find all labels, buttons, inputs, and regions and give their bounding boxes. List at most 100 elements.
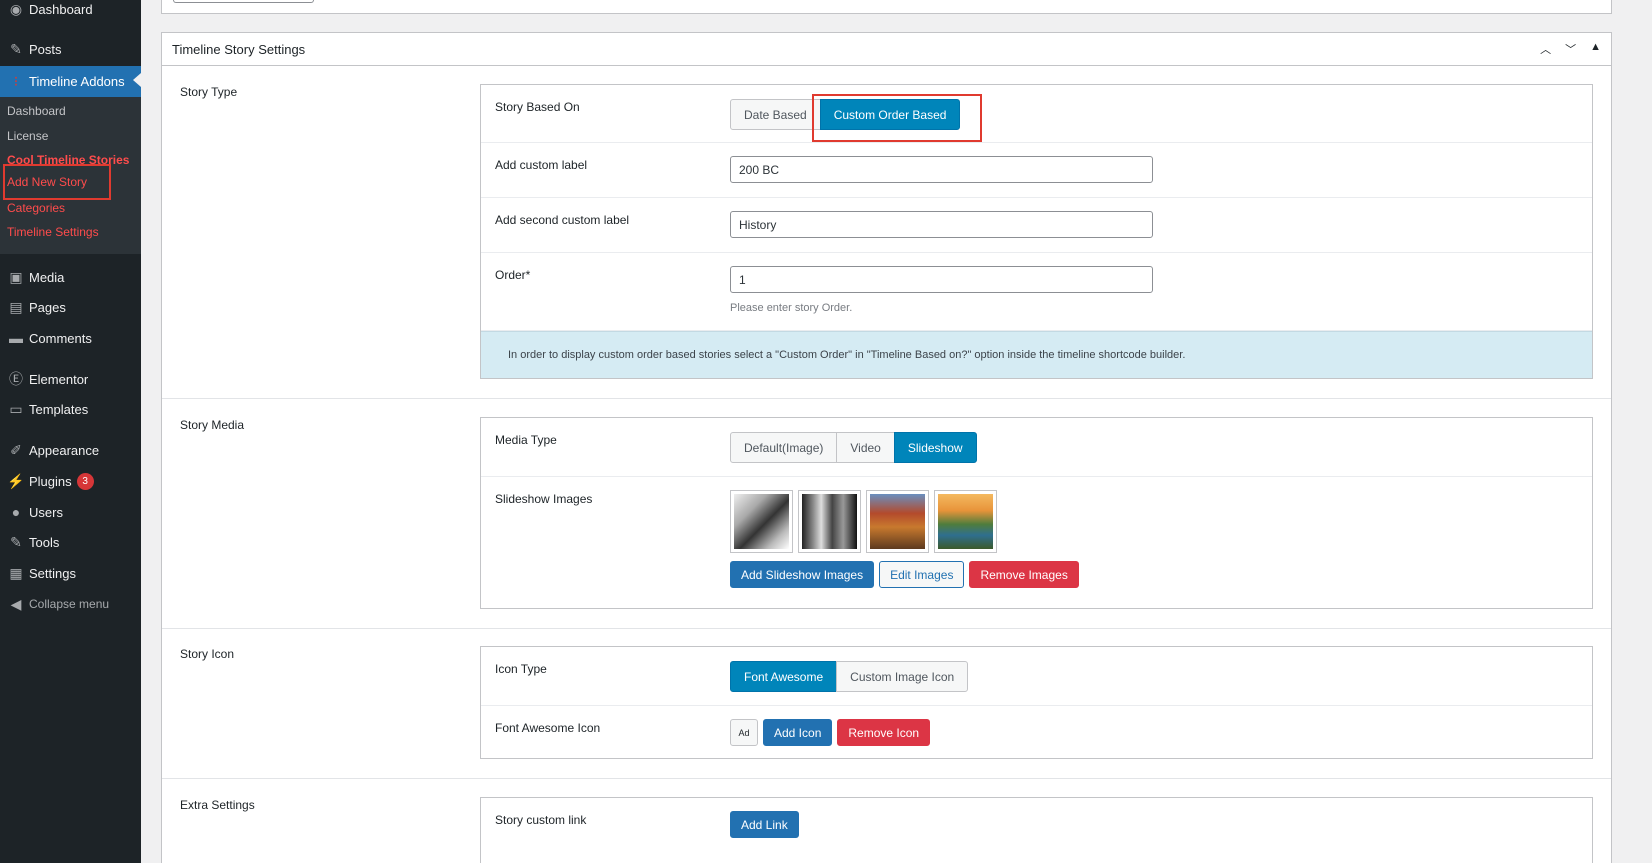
menu-label: Dashboard [29, 1, 93, 17]
previous-metabox-input[interactable] [173, 0, 314, 3]
video-option[interactable]: Video [836, 432, 895, 463]
story-custom-link-row: Story custom link Add Link [481, 798, 1592, 853]
menu-dashboard[interactable]: ◉ Dashboard [0, 0, 141, 23]
remove-images-button[interactable]: Remove Images [969, 561, 1079, 588]
media-type-row: Media Type Default(Image) Video Slidesho… [481, 418, 1592, 477]
menu-label: Media [29, 269, 65, 285]
second-label-label: Add second custom label [495, 213, 630, 227]
slideshow-images-label: Slideshow Images [495, 492, 593, 506]
menu-plugins[interactable]: ⚡ Plugins 3 [0, 467, 141, 495]
slideshow-thumbnail[interactable] [798, 490, 861, 553]
menu-label: Templates [29, 401, 89, 417]
menu-users[interactable]: ● Users [0, 498, 141, 526]
custom-label-row: Add custom label 200 BC [481, 143, 1592, 198]
story-type-label: Story Type [180, 85, 238, 99]
extra-settings-label: Extra Settings [180, 798, 255, 812]
order-label: Order* [495, 268, 531, 282]
wrench-icon: ✎ [10, 533, 22, 550]
add-slideshow-images-button[interactable]: Add Slideshow Images [730, 561, 875, 588]
menu-label: Tools [29, 534, 60, 550]
icon-type-toggle: Font Awesome Custom Image Icon [730, 661, 969, 692]
menu-tools[interactable]: ✎ Tools [0, 528, 141, 556]
menu-elementor[interactable]: Ⓔ Elementor [0, 365, 141, 393]
menu-media[interactable]: ▣ Media [0, 263, 141, 291]
second-label-input[interactable]: History [730, 211, 1153, 238]
story-based-on-row: Story Based On Date Based Custom Order B… [481, 85, 1592, 143]
submenu-license[interactable]: License [7, 126, 48, 146]
submenu-timeline-settings[interactable]: Timeline Settings [7, 222, 99, 242]
menu-label: Users [29, 504, 63, 520]
menu-posts[interactable]: ✎ Posts [0, 35, 141, 63]
menu-label: Comments [29, 330, 92, 346]
brush-icon: ✐ [10, 441, 22, 458]
menu-settings[interactable]: ▦ Settings [0, 559, 141, 587]
story-custom-link-label: Story custom link [495, 813, 587, 827]
menu-appearance[interactable]: ✐ Appearance [0, 436, 141, 464]
story-media-label: Story Media [180, 418, 245, 432]
menu-templates[interactable]: ▭ Templates [0, 395, 141, 423]
add-icon-button[interactable]: Add Icon [763, 719, 833, 746]
menu-label: Posts [29, 41, 62, 57]
order-hint: Please enter story Order. [730, 302, 853, 314]
font-awesome-icon-label: Font Awesome Icon [495, 721, 601, 735]
timeline-story-settings-metabox: Timeline Story Settings ︿ ﹀ ▲ Story Type… [161, 32, 1612, 863]
collapse-menu-button[interactable]: ◀ Collapse menu [0, 590, 141, 618]
edit-images-button[interactable]: Edit Images [879, 561, 965, 588]
menu-label: Collapse menu [29, 597, 110, 611]
custom-image-icon-option[interactable]: Custom Image Icon [836, 661, 969, 692]
folder-icon: ▭ [9, 400, 23, 417]
elementor-icon: Ⓔ [9, 371, 23, 387]
plugins-update-badge: 3 [76, 472, 94, 490]
menu-label: Appearance [29, 442, 100, 458]
user-icon: ● [11, 504, 21, 520]
font-awesome-icon-control: Ad Add Icon Remove Icon [730, 719, 935, 746]
date-based-option[interactable]: Date Based [730, 99, 821, 130]
story-media-panel: Media Type Default(Image) Video Slidesho… [480, 417, 1593, 609]
plug-icon: ⚡ [7, 472, 25, 489]
font-awesome-icon-row: Font Awesome Icon Ad Add Icon Remove Ico… [481, 706, 1592, 758]
icon-type-label: Icon Type [495, 662, 547, 676]
submenu-add-new-story[interactable]: Add New Story [3, 164, 111, 200]
timeline-icon: ⁝ [13, 73, 19, 89]
previous-metabox [161, 0, 1612, 14]
order-row: Order* 1 Please enter story Order. [481, 253, 1592, 331]
historic-photo [802, 494, 857, 549]
comments-icon: ▬ [9, 330, 23, 346]
custom-order-notice: In order to display custom order based s… [481, 331, 1592, 378]
landscape-photo [938, 494, 993, 549]
menu-pages[interactable]: ▤ Pages [0, 293, 141, 321]
admin-sidebar: ◉ Dashboard ✎ Posts ⁝ Timeline Addons Dashb… [0, 0, 141, 863]
slideshow-option[interactable]: Slideshow [893, 432, 977, 463]
annotation-highlight-box [812, 94, 982, 142]
font-awesome-option[interactable]: Font Awesome [730, 661, 838, 692]
icon-type-row: Icon Type Font Awesome Custom Image Icon [481, 647, 1592, 706]
story-custom-link-control: Add Link [730, 811, 804, 838]
menu-label: Pages [29, 299, 66, 315]
custom-label-input[interactable]: 200 BC [730, 156, 1153, 183]
menu-comments[interactable]: ▬ Comments [0, 324, 141, 352]
menu-label: Settings [29, 565, 76, 581]
slideshow-thumbnails [730, 490, 1084, 553]
media-type-label: Media Type [495, 433, 557, 447]
menu-timeline-addons[interactable]: ⁝ Timeline Addons [0, 66, 141, 97]
slideshow-thumbnail[interactable] [934, 490, 997, 553]
submenu-categories[interactable]: Categories [7, 198, 65, 218]
default-image-option[interactable]: Default(Image) [730, 432, 838, 463]
pin-icon: ✎ [10, 40, 22, 57]
submenu-dashboard[interactable]: Dashboard [7, 101, 66, 121]
slideshow-thumbnail[interactable] [866, 490, 929, 553]
postbox-controls: ︿ ﹀ ▲ [1540, 41, 1601, 57]
toggle-panel-icon[interactable]: ▲ [1590, 41, 1601, 57]
move-up-icon[interactable]: ︿ [1540, 41, 1551, 57]
postbox-header: Timeline Story Settings ︿ ﹀ ▲ [162, 33, 1611, 66]
add-link-button[interactable]: Add Link [730, 811, 799, 838]
remove-icon-button[interactable]: Remove Icon [837, 719, 931, 746]
building-photo [870, 494, 925, 549]
slideshow-thumbnail[interactable] [730, 490, 793, 553]
story-icon-label: Story Icon [180, 647, 235, 661]
order-input[interactable]: 1 [730, 266, 1153, 293]
order-control: 1 Please enter story Order. [730, 266, 1153, 314]
extra-settings-panel: Story custom link Add Link [480, 797, 1593, 863]
move-down-icon[interactable]: ﹀ [1565, 41, 1576, 57]
menu-label: Elementor [29, 371, 89, 387]
